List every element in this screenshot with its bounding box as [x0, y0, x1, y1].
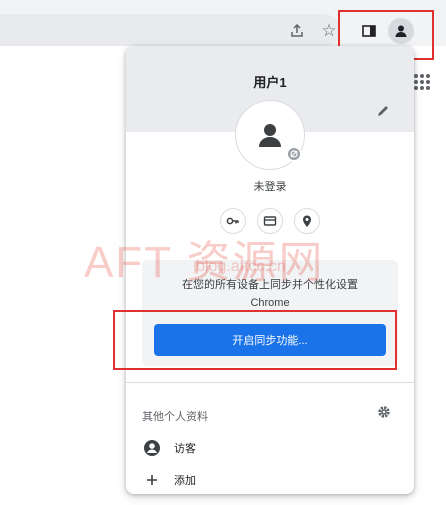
apps-icon[interactable] — [414, 74, 430, 90]
profile-name: 用户1 — [253, 75, 287, 90]
guest-avatar-icon — [142, 438, 162, 458]
profile-menu-popup: 用户1 未登录 在您的所有设备上同步并个性化设置 Chrome 开启同步功能..… — [126, 46, 414, 494]
browser-toolbar: ☆ — [0, 0, 446, 60]
signin-status: 未登录 — [253, 181, 287, 193]
gear-icon[interactable] — [376, 404, 392, 420]
side-panel-icon[interactable] — [358, 20, 380, 42]
profile-icon[interactable] — [388, 18, 414, 44]
address-location-icon[interactable] — [294, 208, 320, 234]
add-profile-item[interactable]: 添加 — [142, 468, 362, 492]
divider — [126, 382, 414, 383]
edit-icon[interactable] — [374, 102, 392, 120]
share-icon[interactable] — [286, 20, 308, 42]
guest-label: 访客 — [174, 443, 196, 455]
passwords-key-icon[interactable] — [220, 208, 246, 234]
add-icon — [142, 470, 162, 490]
sync-description: 在您的所有设备上同步并个性化设置 Chrome — [142, 276, 398, 312]
add-label: 添加 — [174, 475, 196, 487]
other-profiles-title: 其他个人资料 — [142, 411, 208, 423]
sync-paused-icon — [286, 146, 302, 162]
browser-window: ☆ 用户1 未登录 在您的所有设备上同步并个性化设置 Chrome 开启同步功能… — [0, 0, 446, 505]
star-icon[interactable]: ☆ — [318, 20, 340, 42]
highlight-box-sync — [113, 310, 397, 370]
guest-profile-item[interactable]: 访客 — [142, 436, 362, 460]
sync-description-line1: 在您的所有设备上同步并个性化设置 — [182, 279, 358, 291]
payment-card-icon[interactable] — [257, 208, 283, 234]
